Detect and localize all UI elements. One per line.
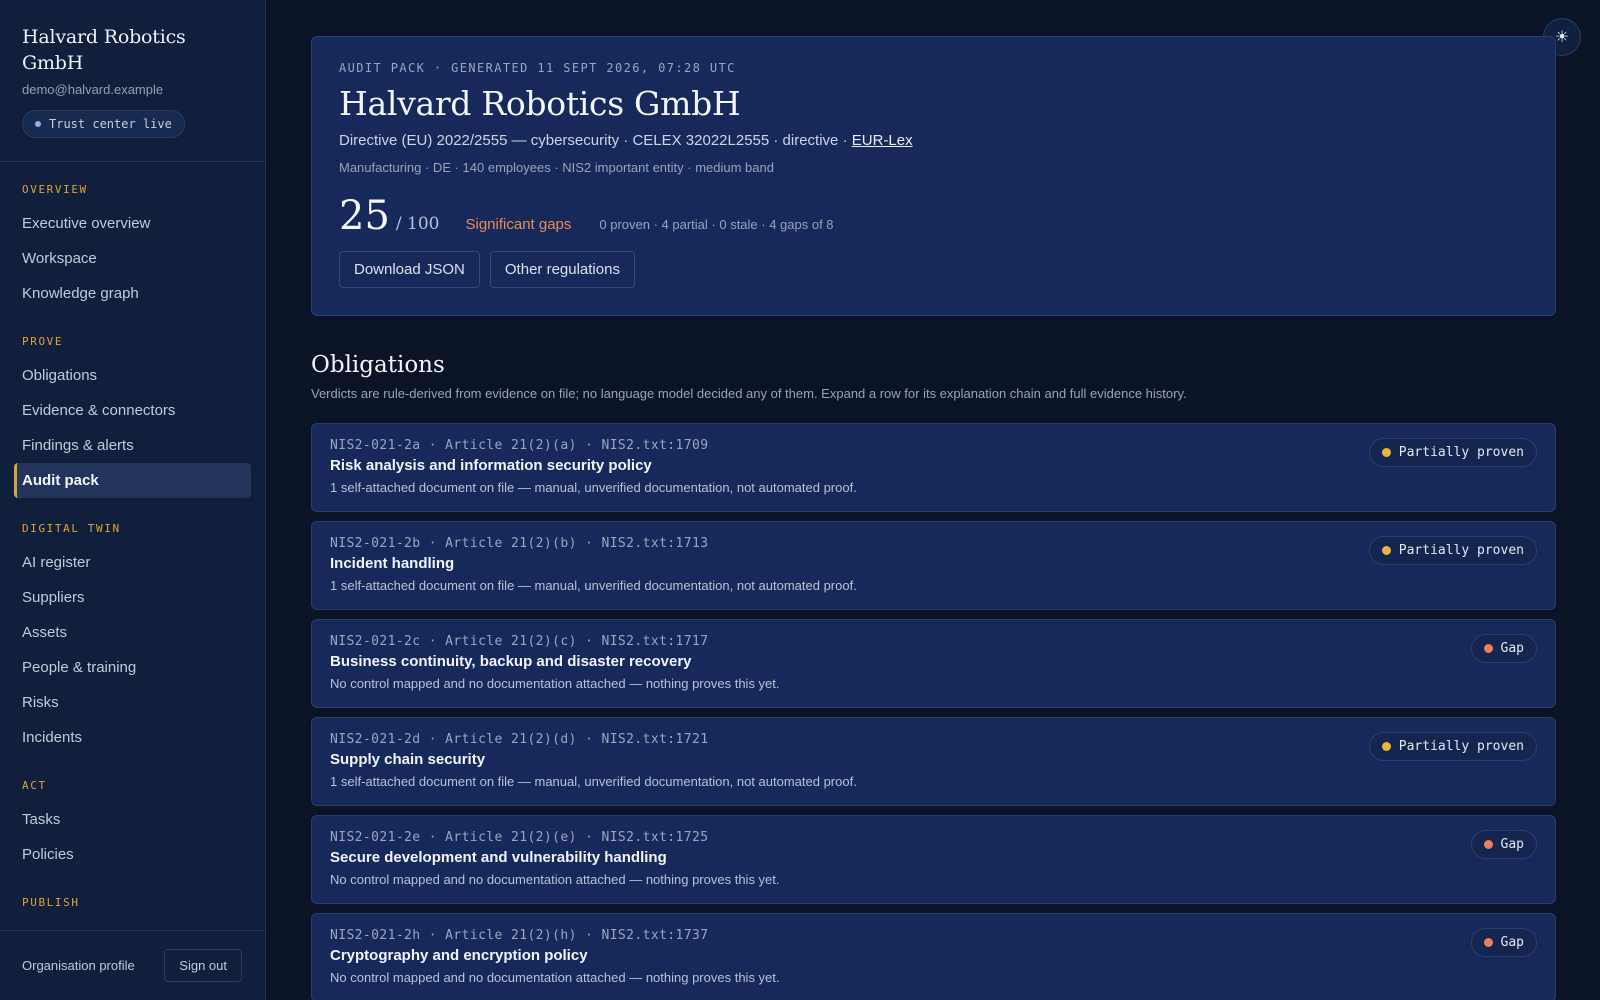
verdict-badge: Gap xyxy=(1470,634,1537,663)
sidebar-item-findings-alerts[interactable]: Findings & alerts xyxy=(14,428,251,463)
obligation-title: Supply chain security xyxy=(330,751,486,768)
verdict-badge: Partially proven xyxy=(1368,438,1537,467)
obligation-description: No control mapped and no documentation a… xyxy=(330,970,780,985)
obligation-row[interactable]: NIS2-021-2h · Article 21(2)(h) · NIS2.tx… xyxy=(311,913,1556,1000)
obligation-reference: NIS2-021-2b · Article 21(2)(b) · NIS2.tx… xyxy=(330,536,709,551)
sidebar-item-workspace[interactable]: Workspace xyxy=(14,241,251,276)
verdict-label: Partially proven xyxy=(1398,445,1524,460)
verdict-label: Gap xyxy=(1500,935,1524,950)
sidebar-item-people-training[interactable]: People & training xyxy=(14,650,251,685)
obligation-reference: NIS2-021-2a · Article 21(2)(a) · NIS2.tx… xyxy=(330,438,709,453)
sidebar-item-assets[interactable]: Assets xyxy=(14,615,251,650)
eur-lex-link[interactable]: EUR-Lex xyxy=(852,132,913,149)
verdict-dot-icon xyxy=(1381,742,1391,751)
verdict-label: Partially proven xyxy=(1398,739,1524,754)
obligation-description: 1 self-attached document on file — manua… xyxy=(330,578,857,593)
org-email: demo@halvard.example xyxy=(22,82,164,97)
sidebar-footer: Organisation profile Sign out xyxy=(0,930,265,1000)
verdict-label: Partially proven xyxy=(1398,543,1524,558)
sidebar-item-ai-register[interactable]: AI register xyxy=(14,545,251,580)
obligation-reference: NIS2-021-2h · Article 21(2)(h) · NIS2.tx… xyxy=(330,928,709,943)
org-header: Halvard Robotics GmbH demo@halvard.examp… xyxy=(0,0,265,162)
obligations-header: Obligations Verdicts are rule-derived fr… xyxy=(311,352,1556,401)
status-dot-icon xyxy=(35,121,41,127)
verdict-badge: Gap xyxy=(1470,928,1537,957)
nav-section-prove: PROVE xyxy=(22,335,64,348)
verdict-badge: Partially proven xyxy=(1368,732,1537,761)
page-title: Halvard Robotics GmbH xyxy=(339,84,741,123)
hero-actions: Download JSON Other regulations xyxy=(339,251,1528,288)
obligations-list: NIS2-021-2a · Article 21(2)(a) · NIS2.tx… xyxy=(311,423,1556,1000)
verdict-dot-icon xyxy=(1483,938,1493,947)
obligation-description: 1 self-attached document on file — manua… xyxy=(330,480,857,495)
org-profile-summary: Manufacturing · DE · 140 employees · NIS… xyxy=(339,160,774,175)
sidebar-item-executive-overview[interactable]: Executive overview xyxy=(14,206,251,241)
score-status: Significant gaps xyxy=(465,216,572,233)
sun-icon: ☀ xyxy=(1554,29,1570,46)
verdict-label: Gap xyxy=(1500,641,1524,656)
organisation-profile-link[interactable]: Organisation profile xyxy=(22,958,135,973)
obligation-title: Secure development and vulnerability han… xyxy=(330,849,667,866)
nav-section-publish: PUBLISH xyxy=(22,896,80,909)
trust-center-status-badge[interactable]: Trust center live xyxy=(22,110,185,138)
download-json-button[interactable]: Download JSON xyxy=(339,251,480,288)
trust-center-status-label: Trust center live xyxy=(49,117,172,131)
obligation-title: Incident handling xyxy=(330,555,455,572)
sign-out-button[interactable]: Sign out xyxy=(164,949,242,982)
sidebar-item-audit-pack[interactable]: Audit pack xyxy=(14,463,251,498)
directive-text: Directive (EU) 2022/2555 — cybersecurity… xyxy=(339,132,852,149)
obligation-row[interactable]: NIS2-021-2d · Article 21(2)(d) · NIS2.tx… xyxy=(311,717,1556,806)
nav-section-act: ACT xyxy=(22,779,47,792)
obligation-title: Risk analysis and information security p… xyxy=(330,457,652,474)
nav-section-digital-twin: DIGITAL TWIN xyxy=(22,522,121,535)
audit-pack-meta: AUDIT PACK · GENERATED 11 SEPT 2026, 07:… xyxy=(339,61,736,75)
audit-pack-header-card: AUDIT PACK · GENERATED 11 SEPT 2026, 07:… xyxy=(311,36,1556,316)
verdict-dot-icon xyxy=(1483,644,1493,653)
verdict-dot-icon xyxy=(1483,840,1493,849)
org-name: Halvard Robotics GmbH xyxy=(22,26,186,74)
sidebar: Halvard Robotics GmbH demo@halvard.examp… xyxy=(0,0,266,1000)
sidebar-nav: OVERVIEW Executive overview Workspace Knowl… xyxy=(0,162,265,911)
obligation-title: Cryptography and encryption policy xyxy=(330,947,588,964)
directive-line: Directive (EU) 2022/2555 — cybersecurity… xyxy=(339,132,1528,149)
sidebar-item-evidence-connectors[interactable]: Evidence & connectors xyxy=(14,393,251,428)
verdict-label: Gap xyxy=(1500,837,1524,852)
obligations-subtitle: Verdicts are rule-derived from evidence … xyxy=(311,386,1187,401)
obligation-reference: NIS2-021-2d · Article 21(2)(d) · NIS2.tx… xyxy=(330,732,709,747)
obligation-row[interactable]: NIS2-021-2b · Article 21(2)(b) · NIS2.tx… xyxy=(311,521,1556,610)
obligation-reference: NIS2-021-2c · Article 21(2)(c) · NIS2.tx… xyxy=(330,634,709,649)
score-value: 25 xyxy=(339,193,390,239)
score-max: / 100 xyxy=(395,214,440,234)
other-regulations-button[interactable]: Other regulations xyxy=(489,251,635,288)
sidebar-item-knowledge-graph[interactable]: Knowledge graph xyxy=(14,276,251,311)
obligations-title: Obligations xyxy=(311,352,445,378)
obligation-row[interactable]: NIS2-021-2a · Article 21(2)(a) · NIS2.tx… xyxy=(311,423,1556,512)
nav-section-overview: OVERVIEW xyxy=(22,183,88,196)
sidebar-item-tasks[interactable]: Tasks xyxy=(14,802,251,837)
sidebar-item-suppliers[interactable]: Suppliers xyxy=(14,580,251,615)
obligation-description: No control mapped and no documentation a… xyxy=(330,676,780,691)
sidebar-item-obligations[interactable]: Obligations xyxy=(14,358,251,393)
obligation-row[interactable]: NIS2-021-2c · Article 21(2)(c) · NIS2.tx… xyxy=(311,619,1556,708)
obligation-row[interactable]: NIS2-021-2e · Article 21(2)(e) · NIS2.tx… xyxy=(311,815,1556,904)
obligation-reference: NIS2-021-2e · Article 21(2)(e) · NIS2.tx… xyxy=(330,830,709,845)
obligation-description: 1 self-attached document on file — manua… xyxy=(330,774,857,789)
sidebar-item-risks[interactable]: Risks xyxy=(14,685,251,720)
verdict-dot-icon xyxy=(1381,448,1391,457)
score-row: 25 / 100 Significant gaps 0 proven · 4 p… xyxy=(339,193,1528,239)
obligation-title: Business continuity, backup and disaster… xyxy=(330,653,692,670)
verdict-dot-icon xyxy=(1381,546,1391,555)
verdict-badge: Partially proven xyxy=(1368,536,1537,565)
obligation-description: No control mapped and no documentation a… xyxy=(330,872,780,887)
verdict-counts: 0 proven · 4 partial · 0 stale · 4 gaps … xyxy=(599,217,834,232)
verdict-badge: Gap xyxy=(1470,830,1537,859)
sidebar-item-incidents[interactable]: Incidents xyxy=(14,720,251,755)
sidebar-item-policies[interactable]: Policies xyxy=(14,837,251,872)
